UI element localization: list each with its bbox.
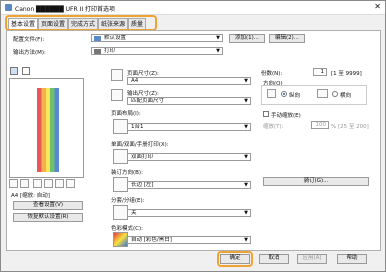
page-size-label: 页面尺寸(Z):	[127, 71, 159, 77]
restore-defaults-button[interactable]: 恢复默认设置(R)	[13, 213, 83, 222]
preview-page	[37, 88, 59, 172]
output-size-icon	[111, 89, 123, 101]
view-settings-button[interactable]: 查看设置(V)	[13, 201, 83, 210]
page-size-value: A4	[131, 78, 139, 84]
layout-value: 1合1	[131, 124, 144, 130]
color-mode-icon	[113, 232, 128, 247]
landscape-label: 横向	[340, 93, 352, 99]
binding-preview-icon	[113, 177, 128, 192]
duplex-label: 单面/双面/手册打印(X):	[111, 142, 169, 148]
apply-button[interactable]: 应用(A)	[297, 254, 327, 264]
scale-label: 缩放(T):	[263, 124, 284, 130]
chevron-down-icon: ▼	[216, 35, 220, 41]
profile-icon	[94, 36, 101, 41]
chevron-down-icon: ▼	[244, 78, 248, 84]
manual-scaling-label: 手动缩放(E)	[271, 113, 301, 119]
window-title: Canon ██████ UFR II 打印首选项	[15, 6, 116, 13]
color-icon[interactable]	[66, 179, 75, 188]
profile-value: 默认设置	[104, 35, 127, 41]
output-method-select[interactable]: 打印 ▼	[91, 47, 223, 55]
output-method-value: 打印	[104, 48, 116, 54]
binding-icon[interactable]	[44, 179, 53, 188]
output-size-select[interactable]: 匹配页面尺寸 ▼	[127, 97, 251, 105]
chevron-down-icon: ▼	[216, 48, 220, 54]
layout-preview-icon	[113, 119, 128, 134]
page-preview	[9, 78, 84, 178]
collate-value: 关	[131, 210, 137, 216]
binding-label: 装订方向(B):	[111, 170, 143, 176]
binding-select[interactable]: 长边 [左] ▼	[127, 181, 251, 189]
collate-select[interactable]: 关 ▼	[127, 209, 251, 217]
duplex-preview-icon	[113, 149, 128, 164]
portrait-label: 纵向	[289, 93, 301, 99]
ok-button[interactable]: 确定	[220, 254, 250, 264]
scale-input[interactable]: 100	[311, 121, 329, 129]
print-preferences-window: Canon ██████ UFR II 打印首选项 ✕ 基本设置 页面设置 完成…	[0, 0, 386, 272]
color-mode-value: 自动 [彩色/黑白]	[131, 237, 172, 243]
edit-profile-button[interactable]: 编辑(2)...	[269, 34, 305, 43]
binding-value: 长边 [左]	[131, 182, 154, 188]
preview-mode-icon[interactable]	[10, 67, 18, 75]
staple-icon[interactable]	[55, 179, 64, 188]
chevron-down-icon: ▼	[244, 98, 248, 104]
color-mode-label: 色彩模式(C):	[111, 226, 143, 232]
printer-view-icon[interactable]	[22, 67, 30, 75]
help-button[interactable]: 帮助	[337, 254, 367, 264]
landscape-icon	[317, 89, 328, 98]
add-profile-button[interactable]: 添加(1)...	[229, 34, 265, 43]
close-icon[interactable]: ✕	[374, 3, 381, 11]
layout-select[interactable]: 1合1 ▼	[127, 123, 251, 131]
chevron-down-icon: ▼	[244, 124, 248, 130]
layout-label: 页面布局(I):	[111, 111, 141, 117]
copies-range: [1 至 9999]	[331, 71, 362, 77]
chevron-down-icon: ▼	[244, 154, 248, 160]
chevron-down-icon: ▼	[244, 210, 248, 216]
preview-caption: A4 [缩放: 自动]	[11, 193, 50, 199]
profile-select[interactable]: 默认设置 ▼	[91, 34, 223, 42]
output-size-label: 输出尺寸(Z):	[127, 91, 159, 97]
portrait-icon	[267, 89, 276, 98]
cancel-button[interactable]: 取消	[259, 254, 289, 264]
copies-label: 份数(N):	[261, 71, 283, 77]
manual-scaling-checkbox[interactable]	[263, 111, 269, 117]
collate-preview-icon	[113, 205, 128, 220]
print-style-icon[interactable]	[9, 179, 18, 188]
page-size-icon	[111, 69, 123, 81]
duplex-icon[interactable]	[33, 179, 42, 188]
output-method-label: 输出方法(M):	[13, 50, 46, 56]
tabs-highlight	[5, 15, 157, 31]
print-icon	[94, 49, 101, 54]
copies-input[interactable]: 1	[313, 68, 327, 76]
profile-label: 配置文件(F):	[13, 37, 45, 43]
portrait-radio[interactable]	[281, 91, 287, 97]
color-mode-select[interactable]: 自动 [彩色/黑白] ▼	[127, 236, 251, 244]
layout-icon[interactable]	[20, 179, 29, 188]
duplex-value: 双面打印	[131, 154, 154, 160]
title-bar: Canon ██████ UFR II 打印首选项 ✕	[1, 1, 385, 15]
printer-icon	[5, 4, 12, 11]
page-size-select[interactable]: A4 ▼	[127, 77, 251, 85]
collate-label: 分套/分组(E):	[111, 198, 145, 204]
preview-icon-row	[9, 179, 84, 188]
stamp-button[interactable]: 骑订(G)...	[263, 177, 369, 186]
chevron-down-icon: ▼	[244, 237, 248, 243]
chevron-down-icon: ▼	[244, 182, 248, 188]
duplex-select[interactable]: 双面打印 ▼	[127, 153, 251, 161]
orientation-group	[261, 85, 367, 105]
landscape-radio[interactable]	[332, 91, 338, 97]
scale-range: % [25 至 200]	[331, 124, 369, 130]
output-size-value: 匹配页面尺寸	[131, 98, 165, 104]
